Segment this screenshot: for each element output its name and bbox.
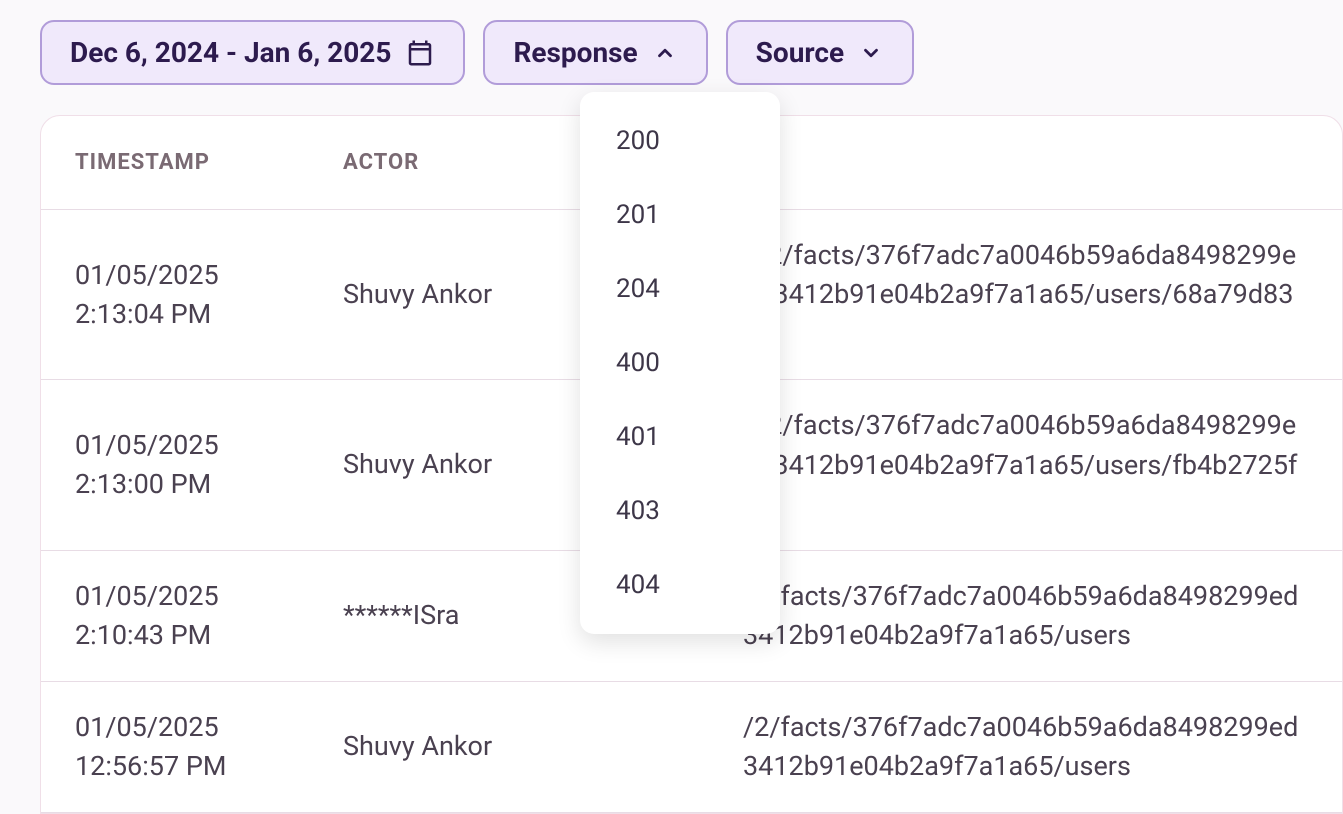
filters-row: Dec 6, 2024 - Jan 6, 2025 Response Sourc… [40,20,1343,85]
response-option-403[interactable]: 403 [580,474,780,548]
response-filter-label: Response [513,36,637,69]
timestamp-time: 2:10:43 PM [75,616,343,655]
response-option-400[interactable]: 400 [580,326,780,400]
cell-path: /2/facts/376f7adc7a0046b59a6da8498299ed3… [743,708,1308,786]
response-option-200[interactable]: 200 [580,104,780,178]
timestamp-time: 12:56:57 PM [75,747,343,786]
cell-timestamp: 01/05/2025 12:56:57 PM [75,708,343,786]
response-dropdown-menu: 200 201 204 400 401 403 404 [580,92,780,634]
chevron-down-icon [858,40,884,66]
source-filter[interactable]: Source [726,20,914,85]
column-header-timestamp: TIMESTAMP [75,150,343,175]
cell-path: /2/facts/376f7adc7a0046b59a6da8498299ed3… [743,577,1308,655]
column-header-path [743,150,1308,175]
cell-actor: Shuvy Ankor [343,728,743,766]
source-filter-label: Source [756,36,844,69]
timestamp-date: 01/05/2025 [75,577,343,616]
response-option-204[interactable]: 204 [580,252,780,326]
cell-timestamp: 01/05/2025 2:13:00 PM [75,426,343,504]
cell-path: /v2/facts/376f7adc7a0046b59a6da8498299e3… [743,236,1308,353]
timestamp-date: 01/05/2025 [75,426,343,465]
date-range-label: Dec 6, 2024 - Jan 6, 2025 [70,36,391,69]
table-row[interactable]: 01/05/2025 12:56:57 PM Shuvy Ankor /2/fa… [41,682,1342,813]
timestamp-date: 01/05/2025 [75,256,343,295]
cell-path: /v2/facts/376f7adc7a0046b59a6da8498299e3… [743,406,1308,523]
timestamp-date: 01/05/2025 [75,708,343,747]
timestamp-time: 2:13:00 PM [75,465,343,504]
cell-timestamp: 01/05/2025 2:10:43 PM [75,577,343,655]
calendar-icon [405,38,435,68]
response-option-201[interactable]: 201 [580,178,780,252]
response-filter[interactable]: Response [483,20,707,85]
chevron-up-icon [652,40,678,66]
timestamp-time: 2:13:04 PM [75,295,343,334]
response-option-401[interactable]: 401 [580,400,780,474]
date-range-filter[interactable]: Dec 6, 2024 - Jan 6, 2025 [40,20,465,85]
cell-timestamp: 01/05/2025 2:13:04 PM [75,256,343,334]
response-option-404[interactable]: 404 [580,548,780,622]
